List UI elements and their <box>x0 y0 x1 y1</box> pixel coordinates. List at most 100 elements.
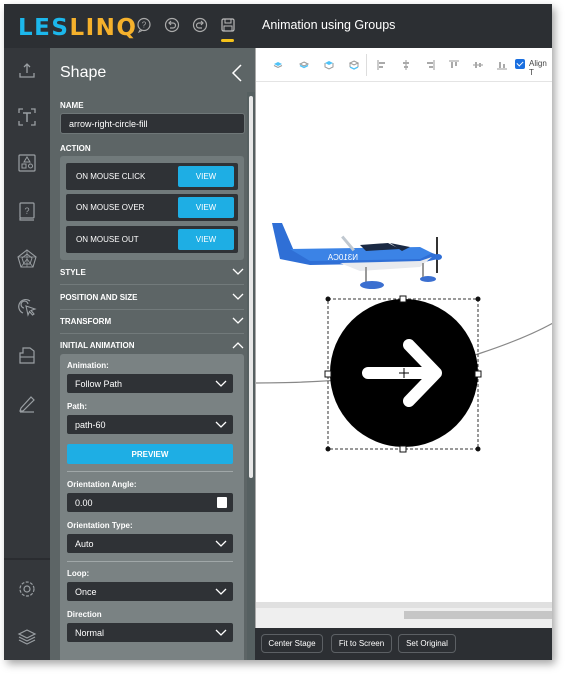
chevron-down-icon <box>215 540 227 547</box>
airplane-image: N310CA <box>272 223 442 289</box>
align-center-icon[interactable] <box>400 58 412 70</box>
shapes-icon[interactable] <box>16 152 38 174</box>
svg-text:?: ? <box>142 21 147 30</box>
redo-icon[interactable] <box>192 17 208 33</box>
active-indicator <box>221 39 234 42</box>
section-position-size[interactable]: POSITION AND SIZE <box>60 286 244 310</box>
rail-divider <box>4 558 50 560</box>
loop-select[interactable]: Once <box>67 582 233 601</box>
name-input[interactable]: arrow-right-circle-fill <box>60 113 245 134</box>
align-top-icon[interactable] <box>448 58 460 70</box>
loop-label: Loop: <box>67 569 90 578</box>
chevron-down-icon <box>232 293 244 300</box>
leslinq-logo[interactable]: LESLINQ <box>18 15 137 41</box>
align-middle-icon[interactable] <box>472 58 484 70</box>
chevron-left-icon <box>231 64 242 82</box>
canvas-bottom-bar: Center Stage Fit to Screen Set Original <box>255 628 552 660</box>
question-icon[interactable]: ? <box>16 200 38 222</box>
loop-select-value: Once <box>75 586 97 597</box>
section-transform-label: TRANSFORM <box>60 317 112 326</box>
upload-icon[interactable] <box>16 60 38 82</box>
name-label: NAME <box>60 101 84 110</box>
section-initial-animation-label: INITIAL ANIMATION <box>60 341 135 350</box>
name-input-value: arrow-right-circle-fill <box>69 118 148 129</box>
orientation-angle-value: 0.00 <box>75 497 93 508</box>
direction-label: Direction <box>67 610 102 619</box>
section-transform[interactable]: TRANSFORM <box>60 310 244 334</box>
action-label-mouse-click: ON MOUSE CLICK <box>76 172 146 181</box>
bring-forward-icon[interactable] <box>272 58 284 70</box>
section-style[interactable]: STYLE <box>60 261 244 285</box>
panel-title: Shape <box>60 64 107 81</box>
align-right-icon[interactable] <box>424 58 436 70</box>
collapse-panel-button[interactable] <box>230 63 244 83</box>
toolbar-divider <box>366 54 367 76</box>
svg-text:?: ? <box>24 206 29 216</box>
animation-label: Animation: <box>67 361 109 370</box>
view-mouse-click-button[interactable]: VIEW <box>178 166 234 187</box>
align-checkbox[interactable] <box>515 59 525 69</box>
orientation-angle-input[interactable]: 0.00 <box>67 493 233 512</box>
set-original-button[interactable]: Set Original <box>398 634 456 653</box>
orientation-type-label: Orientation Type: <box>67 521 133 530</box>
orientation-type-select[interactable]: Auto <box>67 534 233 553</box>
panel-scrollbar-thumb[interactable] <box>249 96 253 478</box>
horizontal-scrollbar[interactable] <box>256 602 552 628</box>
divider <box>67 471 233 472</box>
left-rail: ? <box>4 48 50 660</box>
layers-icon[interactable] <box>16 626 38 648</box>
logo-part-2: LINQ <box>69 15 138 41</box>
settings-icon[interactable] <box>16 578 38 600</box>
chevron-down-icon <box>232 268 244 275</box>
app-window: LESLINQ ? Animation using Groups ? Shape… <box>4 4 552 660</box>
stage-svg: N310CA <box>255 223 552 453</box>
align-left-icon[interactable] <box>376 58 388 70</box>
chevron-down-icon <box>215 588 227 595</box>
number-spinner-icon[interactable] <box>217 497 227 508</box>
text-icon[interactable] <box>16 106 38 128</box>
view-mouse-out-button[interactable]: VIEW <box>178 229 234 250</box>
top-bar: LESLINQ ? Animation using Groups <box>4 4 552 48</box>
path-select-value: path-60 <box>75 419 106 430</box>
folder-icon[interactable] <box>16 344 38 366</box>
animation-select-value: Follow Path <box>75 378 123 389</box>
direction-select-value: Normal <box>75 627 105 638</box>
center-stage-button[interactable]: Center Stage <box>261 634 323 653</box>
chevron-down-icon <box>215 421 227 428</box>
undo-icon[interactable] <box>164 17 180 33</box>
action-label: ACTION <box>60 144 91 153</box>
animation-select[interactable]: Follow Path <box>67 374 233 393</box>
chevron-down-icon <box>215 629 227 636</box>
web-chart-icon[interactable] <box>16 248 38 270</box>
preview-button[interactable]: PREVIEW <box>67 444 233 464</box>
direction-select[interactable]: Normal <box>67 623 233 642</box>
canvas-area: Align T N310CA <box>255 48 552 628</box>
view-mouse-over-button[interactable]: VIEW <box>178 197 234 218</box>
selected-shape-arrow-right-circle-fill <box>330 299 478 447</box>
divider <box>67 561 233 562</box>
send-to-back-icon[interactable] <box>348 58 360 70</box>
align-bottom-icon[interactable] <box>496 58 508 70</box>
chevron-down-icon <box>215 380 227 387</box>
section-position-size-label: POSITION AND SIZE <box>60 293 138 302</box>
logo-part-1: LES <box>18 15 70 41</box>
click-target-icon[interactable] <box>16 296 38 318</box>
send-backward-icon[interactable] <box>298 58 310 70</box>
canvas-toolbar: Align T <box>256 48 552 82</box>
action-label-mouse-out: ON MOUSE OUT <box>76 235 139 244</box>
fit-to-screen-button[interactable]: Fit to Screen <box>331 634 392 653</box>
align-label: Align T <box>529 59 547 77</box>
orientation-angle-label: Orientation Angle: <box>67 480 137 489</box>
orientation-type-value: Auto <box>75 538 94 549</box>
save-icon[interactable] <box>220 17 236 33</box>
action-label-mouse-over: ON MOUSE OVER <box>76 203 145 212</box>
help-icon[interactable]: ? <box>136 17 152 34</box>
bring-to-front-icon[interactable] <box>323 58 335 70</box>
path-select[interactable]: path-60 <box>67 415 233 434</box>
properties-panel: Shape NAME arrow-right-circle-fill ACTIO… <box>50 48 255 660</box>
pencil-icon[interactable] <box>16 392 38 414</box>
stage[interactable]: N310CA <box>255 83 552 603</box>
document-title: Animation using Groups <box>262 18 396 32</box>
section-style-label: STYLE <box>60 268 86 277</box>
horizontal-scrollbar-thumb[interactable] <box>404 611 552 619</box>
